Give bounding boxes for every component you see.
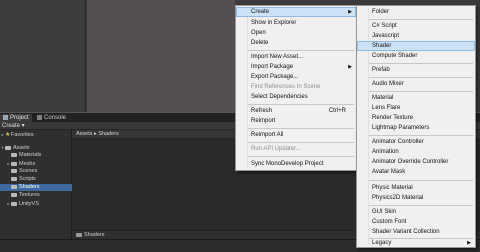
menu-item-import-new-asset[interactable]: Import New Asset... (236, 52, 356, 62)
project-icon (3, 115, 8, 120)
tree-item-materials[interactable]: Materials (0, 152, 72, 159)
menu-separator (248, 104, 354, 105)
menu-separator (248, 128, 354, 129)
console-icon (37, 115, 42, 120)
create-item-shader-variant-collection[interactable]: Shader Variant Collection (357, 227, 475, 237)
folder-icon (11, 161, 17, 166)
folder-icon (5, 145, 11, 150)
create-item-lightmap-parameters[interactable]: Lightmap Parameters (357, 123, 475, 133)
create-item-physics2d-material[interactable]: Physics2D Material (357, 193, 475, 203)
refresh-shortcut: Ctrl+R (328, 108, 346, 114)
menu-separator (369, 205, 473, 206)
menu-item-create[interactable]: Create ▶ (236, 7, 356, 17)
create-dropdown[interactable]: Create ▾ (2, 122, 25, 130)
create-item-render-texture[interactable]: Render Texture (357, 113, 475, 123)
breadcrumb[interactable]: Assets ▸ Shaders (76, 130, 119, 139)
create-item-gui-skin[interactable]: GUI Skin (357, 207, 475, 217)
folder-icon (11, 176, 17, 181)
create-item-audio-mixer[interactable]: Audio Mixer (357, 79, 475, 89)
tree-item-unityvs[interactable]: ▸ UnityVS (0, 200, 72, 207)
create-item-custom-font[interactable]: Custom Font (357, 217, 475, 227)
folder-icon (11, 192, 17, 197)
menu-item-find-references: Find References In Scene (251, 84, 321, 90)
create-item-avatar-mask[interactable]: Avatar Mask (357, 167, 475, 177)
menu-item-select-dependencies[interactable]: Select Dependencies (236, 92, 356, 102)
tree-item-textures[interactable]: Textures (0, 192, 72, 199)
tree-item-scenes[interactable]: Scenes (0, 168, 72, 175)
hierarchy-panel (0, 0, 86, 112)
context-menu: Create ▶ Show in Explorer Open Delete Imp… (235, 5, 357, 171)
tree-item-scripts[interactable]: Scripts (0, 176, 72, 183)
folder-icon (11, 168, 17, 173)
menu-separator (369, 180, 473, 181)
menu-separator (369, 91, 473, 92)
favorites-item[interactable]: ▸★Favorites (0, 131, 72, 138)
menu-item-open[interactable]: Open (236, 28, 356, 38)
create-item-prefab[interactable]: Prefab (357, 65, 475, 75)
create-item-folder[interactable]: Folder (357, 7, 475, 17)
create-submenu: Folder C# Script Javascript Shader Compu… (356, 5, 476, 248)
create-item-lens-flare[interactable]: Lens Flare (357, 103, 475, 113)
submenu-arrow-icon: ▶ (348, 9, 352, 15)
scene-view[interactable] (87, 0, 235, 112)
create-item-shader[interactable]: Shader (357, 41, 475, 51)
folder-icon (11, 201, 17, 206)
create-item-animation[interactable]: Animation (357, 147, 475, 157)
menu-separator (369, 63, 473, 64)
menu-item-show-in-explorer[interactable]: Show in Explorer (236, 18, 356, 28)
menu-separator (369, 19, 473, 20)
project-tree: ▸★Favorites ▾ Assets Materials ▸ Meshs Sce… (0, 130, 72, 252)
submenu-arrow-icon: ▶ (348, 64, 352, 70)
create-item-legacy[interactable]: Legacy ▶ (357, 238, 475, 248)
menu-item-refresh[interactable]: Refresh Ctrl+R (236, 106, 356, 116)
menu-separator (369, 77, 473, 78)
tree-item-assets[interactable]: ▾ Assets (0, 144, 72, 151)
folder-icon (11, 152, 17, 157)
menu-item-import-package[interactable]: Import Package ▶ (236, 62, 356, 72)
menu-separator (248, 50, 354, 51)
menu-separator (248, 156, 354, 157)
menu-item-sync-monodevelop[interactable]: Sync MonoDevelop Project (236, 159, 356, 169)
menu-item-export-package[interactable]: Export Package... (236, 72, 356, 82)
create-item-animator-override-controller[interactable]: Animator Override Controller (357, 157, 475, 167)
create-item-animator-controller[interactable]: Animator Controller (357, 137, 475, 147)
create-item-compute-shader[interactable]: Compute Shader (357, 51, 475, 61)
submenu-arrow-icon: ▶ (467, 240, 471, 246)
create-item-physic-material[interactable]: Physic Material (357, 183, 475, 193)
menu-item-run-api-updater: Run API Updater... (251, 146, 301, 152)
tree-item-meshs[interactable]: ▸ Meshs (0, 160, 72, 167)
menu-item-reimport-all[interactable]: Reimport All (236, 130, 356, 140)
menu-item-delete[interactable]: Delete (236, 38, 356, 48)
menu-separator (248, 142, 354, 143)
menu-item-reimport[interactable]: Reimport (236, 116, 356, 126)
create-item-csharp-script[interactable]: C# Script (357, 21, 475, 31)
menu-separator (369, 135, 473, 136)
tree-item-shaders[interactable]: Shaders (0, 184, 72, 191)
folder-icon (76, 232, 82, 237)
folder-icon (11, 184, 17, 189)
create-item-javascript[interactable]: Javascript (357, 31, 475, 41)
create-item-material[interactable]: Material (357, 93, 475, 103)
